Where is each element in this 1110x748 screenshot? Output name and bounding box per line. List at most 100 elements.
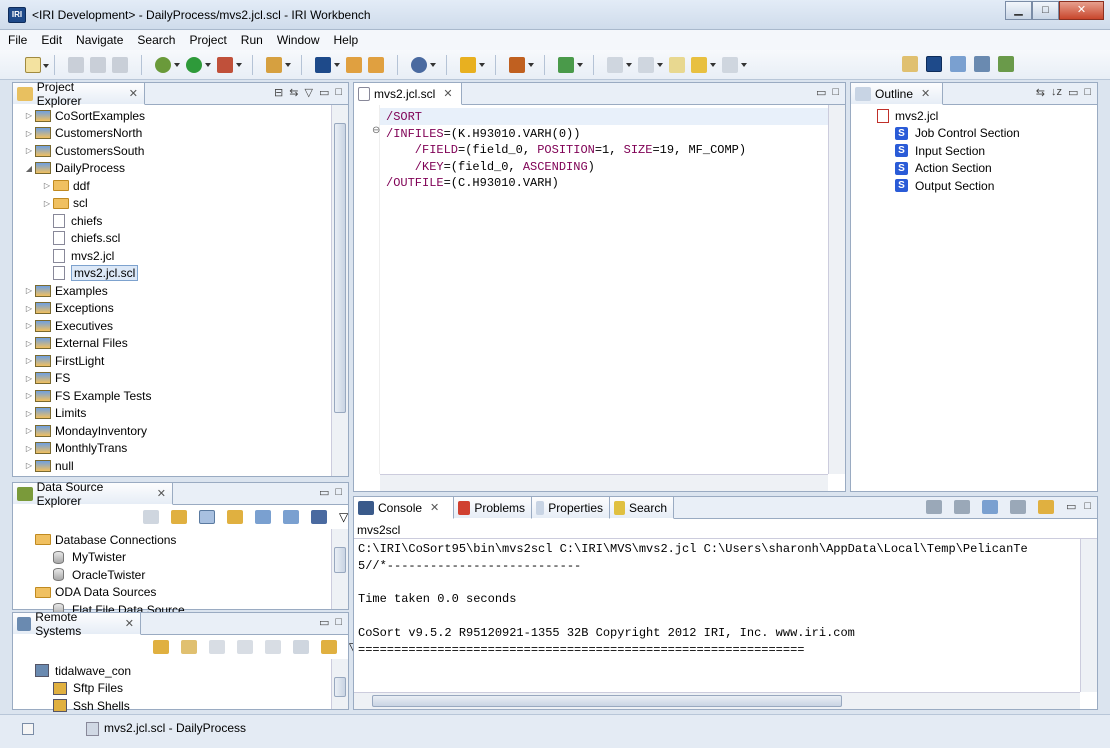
save-all-icon[interactable] (90, 56, 106, 73)
save-icon[interactable] (68, 56, 84, 73)
debug-icon[interactable] (155, 56, 180, 73)
tree-item[interactable]: ▷ MondayInventory (23, 422, 151, 440)
open-perspective-icon[interactable] (902, 56, 918, 72)
close-tab-icon[interactable]: ✕ (443, 87, 452, 100)
tree-item[interactable]: MyTwister (35, 549, 185, 567)
iri-menu-icon[interactable] (315, 56, 340, 73)
database-icon[interactable] (411, 56, 436, 73)
console-hscrollbar[interactable] (354, 692, 1080, 709)
tree-item[interactable]: ▷ CustomersNorth (23, 125, 151, 143)
shield-icon[interactable] (460, 56, 485, 73)
link-editor-icon[interactable]: ⇆ (1036, 86, 1045, 99)
tree-item[interactable]: chiefs (23, 212, 151, 230)
tab-outline[interactable]: Outline ✕ (851, 83, 943, 105)
external-tools-icon[interactable] (217, 56, 242, 73)
new-connection-icon[interactable] (153, 640, 169, 654)
expand-toggle-icon[interactable]: ▷ (23, 129, 35, 138)
editor-vscrollbar[interactable] (828, 105, 845, 474)
import-icon[interactable] (255, 510, 271, 524)
connect-icon[interactable] (227, 510, 243, 524)
console-output[interactable]: C:\IRI\CoSort95\bin\mvs2scl C:\IRI\MVS\m… (358, 541, 1028, 659)
outline-item[interactable]: S Action Section (895, 160, 1020, 178)
view-menu-icon[interactable]: ▽ (339, 510, 348, 524)
title-bar[interactable]: IRI <IRI Development> - DailyProcess/mvs… (0, 0, 1110, 30)
forward-icon[interactable] (237, 640, 253, 654)
maximize-view-icon[interactable]: □ (335, 486, 342, 499)
wand-icon[interactable] (266, 56, 291, 73)
job-wizard-icon[interactable] (346, 56, 362, 73)
outline-root[interactable]: mvs2.jcl (877, 107, 1020, 125)
maximize-view-icon[interactable]: □ (335, 86, 342, 99)
tab-project-explorer[interactable]: Project Explorer ✕ (13, 80, 145, 108)
tab-problems[interactable]: Problems (454, 497, 532, 519)
tree-item[interactable]: ▷ CustomersSouth (23, 142, 151, 160)
tree-item[interactable]: ▷ MonthlyTrans (23, 440, 151, 458)
tree-item[interactable]: chiefs.scl (23, 230, 151, 248)
new-icon[interactable] (25, 56, 49, 73)
outline-item[interactable]: S Job Control Section (895, 125, 1020, 143)
tab-search[interactable]: Search (610, 497, 674, 519)
expand-toggle-icon[interactable]: ▷ (23, 111, 35, 120)
outline-item[interactable]: S Input Section (895, 142, 1020, 160)
collapse-all-icon[interactable]: ⊟ (274, 86, 283, 99)
back-icon[interactable] (691, 56, 716, 73)
tab-remote-systems[interactable]: Remote Systems ✕ (13, 610, 141, 638)
tree-item[interactable]: mvs2.jcl.scl (23, 265, 151, 283)
save-icon[interactable] (311, 510, 327, 524)
palette-icon[interactable] (558, 56, 583, 73)
tree-item[interactable]: ▷ ddf (23, 177, 151, 195)
iri-perspective-icon[interactable] (926, 56, 942, 72)
tree-item[interactable]: Ssh Shells (35, 697, 131, 715)
minimize-view-icon[interactable]: ▭ (816, 86, 826, 99)
tree-item[interactable]: ▷ Exceptions (23, 300, 151, 318)
tab-data-source-explorer[interactable]: Data Source Explorer ✕ (13, 480, 173, 508)
export-icon[interactable] (283, 510, 299, 524)
tree-item[interactable]: ▷ FS (23, 370, 151, 388)
tab-editor-mvs2-jcl-scl[interactable]: mvs2.jcl.scl ✕ (354, 83, 462, 105)
expand-toggle-icon[interactable]: ▷ (23, 286, 35, 295)
print-icon[interactable] (112, 56, 128, 73)
menu-file[interactable]: File (8, 33, 27, 47)
sort-icon[interactable]: ↓z (1051, 86, 1062, 99)
tree-item[interactable]: ▷ External Files (23, 335, 151, 353)
expand-toggle-icon[interactable]: ▷ (23, 339, 35, 348)
project-explorer-scrollbar[interactable] (331, 105, 348, 476)
maximize-view-icon[interactable]: □ (1084, 86, 1091, 99)
expand-toggle-icon[interactable]: ▷ (23, 374, 35, 383)
home-icon[interactable] (265, 640, 281, 654)
fast-view-icon[interactable] (22, 723, 34, 735)
expand-toggle-icon[interactable]: ▷ (23, 391, 35, 400)
minimize-view-icon[interactable]: ▭ (319, 486, 329, 499)
outline-item[interactable]: S Output Section (895, 177, 1020, 195)
java-perspective-icon[interactable] (950, 56, 966, 72)
back-icon[interactable] (209, 640, 225, 654)
collapse-all-icon[interactable] (293, 640, 309, 654)
tree-item[interactable]: ◢ DailyProcess (23, 160, 151, 178)
flow-icon[interactable] (509, 56, 534, 73)
code-area[interactable]: /SORT/INFILES=(K.H93010.VARH(0)) /FIELD=… (386, 109, 746, 192)
remote-scrollbar[interactable] (331, 659, 348, 709)
tree-item[interactable]: Database Connections (35, 531, 185, 549)
menu-edit[interactable]: Edit (41, 33, 62, 47)
tree-item[interactable]: OracleTwister (35, 566, 185, 584)
debug-perspective-icon[interactable] (998, 56, 1014, 72)
close-tab-icon[interactable]: ✕ (430, 501, 439, 514)
expand-toggle-icon[interactable]: ▷ (23, 321, 35, 330)
tree-item[interactable]: mvs2.jcl (23, 247, 151, 265)
menu-run[interactable]: Run (241, 33, 263, 47)
maximize-view-icon[interactable]: □ (832, 86, 839, 99)
tree-item[interactable]: ▷ Limits (23, 405, 151, 423)
editor-hscrollbar[interactable] (380, 474, 828, 491)
minimize-view-icon[interactable]: ▭ (319, 616, 329, 629)
job-open-icon[interactable] (368, 56, 384, 73)
tree-item[interactable]: ▷ Examples (23, 282, 151, 300)
expand-toggle-icon[interactable]: ▷ (23, 304, 35, 313)
link-editor-icon[interactable]: ⇆ (289, 86, 298, 99)
close-button[interactable]: ✕ (1059, 1, 1104, 20)
data-source-scrollbar[interactable] (331, 529, 348, 609)
close-tab-icon[interactable]: ✕ (157, 487, 166, 500)
menu-search[interactable]: Search (137, 33, 175, 47)
expand-toggle-icon[interactable]: ▷ (41, 199, 53, 208)
close-tab-icon[interactable]: ✕ (921, 87, 930, 100)
console-vscrollbar[interactable] (1080, 539, 1097, 692)
